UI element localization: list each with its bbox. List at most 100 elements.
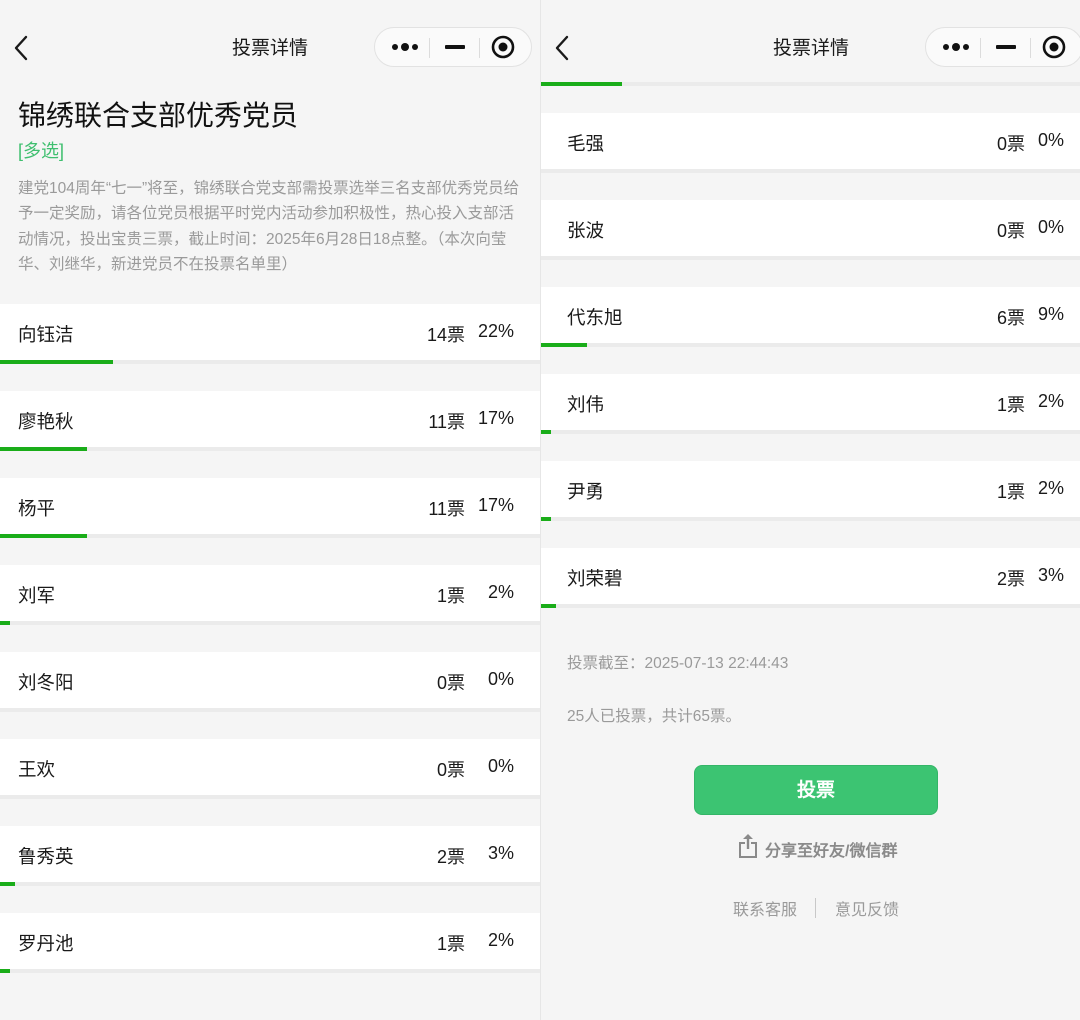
progress-fill	[0, 621, 11, 625]
option-percent: 17%	[477, 408, 514, 428]
option-row[interactable]: 张波 0票 0%	[541, 200, 1080, 260]
option-name: 刘军	[18, 585, 56, 606]
progress-fill	[541, 343, 588, 347]
option-name: 尹勇	[567, 481, 605, 502]
feedback-link[interactable]: 意见反馈	[835, 896, 899, 920]
capsule-divider	[1030, 38, 1031, 58]
option-percent: 9%	[1037, 304, 1064, 324]
option-votes: 1票	[996, 395, 1025, 415]
minimize-icon[interactable]	[984, 28, 1028, 66]
option-votes: 0票	[436, 673, 465, 693]
option-row[interactable]: 尹勇 1票 2%	[541, 461, 1080, 521]
capsule-menu	[374, 27, 532, 67]
progress-fill	[0, 969, 11, 973]
progress-track	[541, 430, 1080, 434]
option-percent: 22%	[477, 321, 514, 341]
more-icon[interactable]	[934, 28, 978, 66]
option-row[interactable]: 代东旭 6票 9%	[541, 287, 1080, 347]
option-name: 刘荣碧	[567, 568, 623, 589]
capsule-menu	[925, 27, 1080, 67]
share-icon	[737, 833, 759, 859]
progress-track	[0, 708, 540, 712]
progress-track	[541, 169, 1080, 173]
option-votes: 6票	[996, 308, 1025, 328]
progress-track	[0, 621, 540, 625]
progress-fill	[0, 360, 113, 364]
option-votes: 14票	[426, 325, 465, 345]
option-row[interactable]: 王欢 0票 0%	[0, 739, 540, 799]
option-row[interactable]: 向钰洁 14票 22%	[0, 304, 540, 364]
progress-track	[541, 604, 1080, 608]
progress-fill	[541, 430, 552, 434]
option-name: 王欢	[18, 759, 56, 780]
vote-type-label: [多选]	[18, 141, 65, 161]
option-percent: 2%	[487, 582, 514, 602]
progress-fill	[0, 882, 16, 886]
option-row[interactable]: 刘冬阳 0票 0%	[0, 652, 540, 712]
option-name: 刘冬阳	[18, 672, 74, 693]
option-row[interactable]: 廖艳秋 11票 17%	[0, 391, 540, 451]
option-row[interactable]: 毛强 0票 0%	[541, 113, 1080, 173]
option-name: 向钰洁	[18, 324, 74, 345]
progress-track	[541, 517, 1080, 521]
option-votes: 11票	[428, 412, 465, 432]
vote-button[interactable]: 投票	[694, 765, 938, 815]
option-name: 张波	[567, 220, 605, 241]
contact-service-link[interactable]: 联系客服	[733, 896, 797, 920]
progress-fill	[541, 604, 557, 608]
option-percent: 0%	[487, 756, 514, 776]
option-row[interactable]: 刘军 1票 2%	[0, 565, 540, 625]
option-votes: 0票	[436, 760, 465, 780]
option-row[interactable]: 鲁秀英 2票 3%	[0, 826, 540, 886]
option-votes: 1票	[436, 586, 465, 606]
right-panel: 投票详情 毛强 0票 0% 张波 0票 0% 代东旭 6票 9% 刘伟 1票 2% 尹勇 1票 2% 刘荣碧 2…	[540, 0, 1080, 1020]
progress-track	[0, 969, 540, 973]
close-target-icon[interactable]	[1034, 28, 1078, 66]
option-percent: 2%	[1037, 391, 1064, 411]
close-target-icon[interactable]	[483, 28, 527, 66]
progress-track	[0, 882, 540, 886]
option-percent: 2%	[487, 930, 514, 950]
option-name: 毛强	[567, 133, 605, 154]
minimize-icon[interactable]	[433, 28, 477, 66]
footer-divider	[815, 898, 816, 918]
vote-deadline: 投票截至：2025-07-13 22:44:43	[567, 655, 789, 672]
vote-summary: 25人已投票，共计65票。	[567, 708, 741, 725]
option-votes: 11票	[428, 499, 465, 519]
option-name: 杨平	[18, 498, 56, 519]
capsule-divider	[479, 38, 480, 58]
progress-track	[541, 343, 1080, 347]
option-votes: 0票	[996, 134, 1025, 154]
progress-track	[541, 256, 1080, 260]
navbar: 投票详情	[0, 0, 540, 76]
capsule-divider	[980, 38, 981, 58]
capsule-divider	[429, 38, 430, 58]
option-percent: 2%	[1037, 478, 1064, 498]
option-name: 刘伟	[567, 394, 605, 415]
progress-fill	[0, 447, 88, 451]
left-panel: 投票详情 锦绣联合支部优秀党员 [多选] 建党104周年“七一”将至，锦绣联合党…	[0, 0, 540, 1020]
option-votes: 1票	[436, 934, 465, 954]
option-name: 廖艳秋	[18, 411, 74, 432]
option-row[interactable]: 罗丹池 1票 2%	[0, 913, 540, 973]
navbar: 投票详情	[541, 0, 1080, 76]
option-row[interactable]: 刘荣碧 2票 3%	[541, 548, 1080, 608]
option-row[interactable]: 杨平 11票 17%	[0, 478, 540, 538]
partial-progress-bar	[541, 80, 1080, 88]
option-percent: 3%	[487, 843, 514, 863]
share-label: 分享至好友/微信群	[765, 843, 898, 860]
option-votes: 2票	[436, 847, 465, 867]
option-percent: 0%	[1037, 130, 1064, 150]
progress-fill	[0, 534, 88, 538]
option-votes: 0票	[996, 221, 1025, 241]
vote-description: 建党104周年“七一”将至，锦绣联合党支部需投票选举三名支部优秀党员给予一定奖励…	[18, 180, 520, 274]
progress-track	[0, 447, 540, 451]
option-name: 代东旭	[567, 307, 623, 328]
option-percent: 0%	[1037, 217, 1064, 237]
more-icon[interactable]	[383, 28, 427, 66]
option-row[interactable]: 刘伟 1票 2%	[541, 374, 1080, 434]
progress-track	[0, 795, 540, 799]
progress-track	[0, 360, 540, 364]
progress-track	[0, 534, 540, 538]
option-votes: 2票	[996, 569, 1025, 589]
